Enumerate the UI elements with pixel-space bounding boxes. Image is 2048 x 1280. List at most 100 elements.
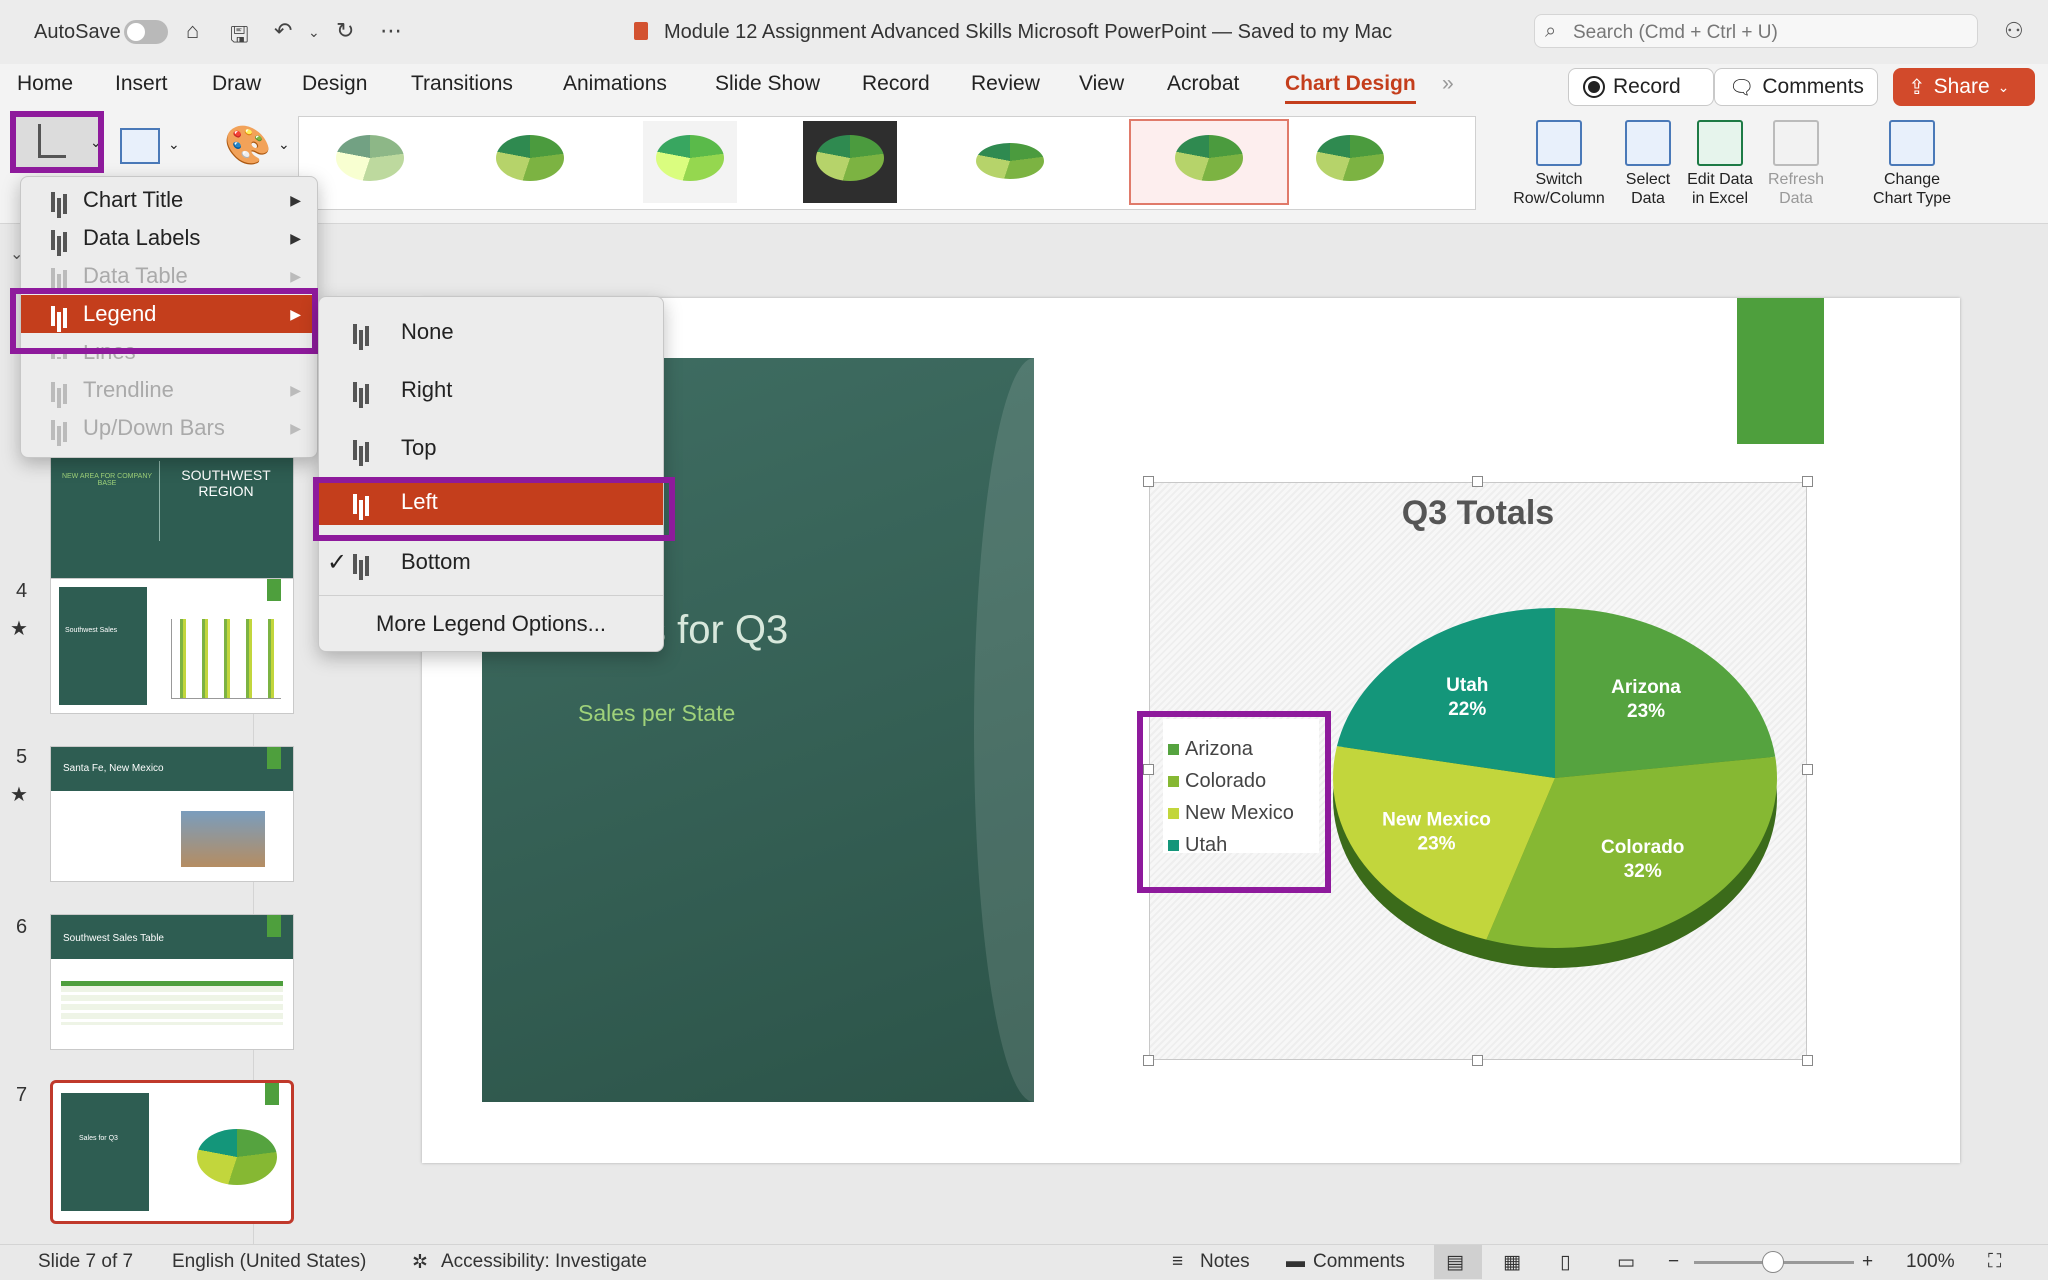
menu-item-data-labels[interactable]: Data Labels ▶	[21, 219, 317, 257]
chart-style-4[interactable]	[803, 121, 897, 203]
menu-item-lines[interactable]: Lines	[21, 335, 317, 359]
fit-slide-icon[interactable]: ⛶	[1988, 1251, 2001, 1273]
zoom-level[interactable]: 100%	[1906, 1251, 1955, 1273]
tab-animations[interactable]: Animations	[563, 72, 667, 96]
zoom-slider-thumb[interactable]	[1762, 1251, 1784, 1273]
resize-handle[interactable]	[1143, 1055, 1154, 1066]
tab-insert[interactable]: Insert	[115, 72, 168, 96]
slideshow-icon[interactable]: ▭	[1617, 1251, 1635, 1274]
edit-data-in-excel-button[interactable]: Edit Data in Excel	[1682, 120, 1758, 208]
switch-row-column-button[interactable]: Switch Row/Column	[1506, 120, 1612, 208]
tab-transitions[interactable]: Transitions	[411, 72, 513, 96]
data-label-value[interactable]: 22%	[1448, 699, 1486, 720]
resize-handle[interactable]	[1472, 476, 1483, 487]
slide-thumbnail-4[interactable]: Southwest Sales	[50, 578, 294, 714]
pie-chart[interactable]: Arizona 23% Colorado 32% New Mexico 23% Utah 22…	[1300, 580, 1820, 1000]
chart-style-3[interactable]	[643, 121, 737, 203]
menu-item-chart-title[interactable]: Chart Title ▶	[21, 181, 317, 219]
resize-handle[interactable]	[1143, 476, 1154, 487]
select-data-icon	[1625, 120, 1671, 166]
legend-entry-colorado[interactable]: Colorado	[1168, 770, 1266, 793]
legend-entry-arizona[interactable]: Arizona	[1168, 738, 1253, 761]
redo-icon[interactable]: ↻	[336, 18, 354, 44]
more-tabs-icon[interactable]: »	[1442, 72, 1454, 96]
undo-dropdown-icon[interactable]: ⌄	[308, 24, 320, 41]
reading-view-icon[interactable]: ▯	[1560, 1251, 1570, 1274]
legend-option-left[interactable]: Left	[319, 479, 663, 525]
quick-layout-button[interactable]: ⌄	[112, 118, 182, 174]
zoom-out-icon[interactable]: −	[1668, 1251, 1679, 1273]
menu-item-up-down-bars[interactable]: Up/Down Bars ▶	[21, 409, 317, 447]
data-label-value[interactable]: 32%	[1624, 861, 1662, 882]
menu-item-legend[interactable]: Legend ▶	[21, 295, 317, 333]
menu-item-label: Lines	[83, 345, 136, 359]
chart-style-1[interactable]	[323, 121, 417, 203]
tab-design[interactable]: Design	[302, 72, 367, 96]
tab-chart-design[interactable]: Chart Design	[1285, 72, 1416, 104]
slide-thumbnail-7[interactable]: Sales for Q3	[50, 1080, 294, 1224]
tab-acrobat[interactable]: Acrobat	[1167, 72, 1239, 96]
menu-item-trendline[interactable]: Trendline ▶	[21, 371, 317, 409]
resize-handle[interactable]	[1802, 1055, 1813, 1066]
legend-option-none[interactable]: None	[319, 309, 663, 355]
select-data-button[interactable]: Select Data	[1620, 120, 1676, 208]
legend-entry-utah[interactable]: Utah	[1168, 834, 1227, 857]
slide-thumbnail-3[interactable]: SOUTHWEST REGION NEW AREA FOR COMPANY BA…	[50, 446, 294, 582]
tab-draw[interactable]: Draw	[212, 72, 261, 96]
chart-style-6[interactable]	[1129, 119, 1289, 205]
data-label-category[interactable]: Arizona	[1611, 677, 1681, 698]
language-indicator[interactable]: English (United States)	[172, 1251, 366, 1273]
data-label-category[interactable]: New Mexico	[1382, 810, 1491, 831]
slide-title[interactable]: s for Q3	[646, 608, 788, 653]
chart-style-7[interactable]	[1303, 121, 1397, 203]
notes-button[interactable]: Notes	[1200, 1251, 1250, 1273]
resize-handle[interactable]	[1802, 476, 1813, 487]
legend-option-bottom[interactable]: ✓ Bottom	[319, 539, 663, 585]
more-legend-options[interactable]: More Legend Options...	[319, 605, 663, 643]
legend-option-right[interactable]: Right	[319, 367, 663, 413]
legend-entry-new-mexico[interactable]: New Mexico	[1168, 802, 1294, 825]
home-icon[interactable]: ⌂	[186, 18, 199, 44]
undo-icon[interactable]: ↶	[274, 18, 292, 44]
accent-rectangle[interactable]	[1737, 298, 1824, 444]
comments-label: Comments	[1762, 75, 1864, 98]
change-chart-type-button[interactable]: Change Chart Type	[1862, 120, 1962, 208]
comments-status-button[interactable]: Comments	[1313, 1251, 1405, 1273]
chart-title[interactable]: Q3 Totals	[1149, 494, 1807, 533]
search-box[interactable]: ⌕ Search (Cmd + Ctrl + U)	[1534, 14, 1978, 48]
tab-record[interactable]: Record	[862, 72, 930, 96]
save-icon[interactable]: 🖫	[230, 18, 249, 56]
more-icon[interactable]: ⋯	[380, 18, 402, 44]
change-colors-button[interactable]: 🎨 ⌄	[218, 118, 290, 174]
menu-item-data-table[interactable]: Data Table ▶	[21, 257, 317, 295]
resize-handle[interactable]	[1143, 764, 1154, 775]
share-icon: ⇪	[1908, 75, 1926, 99]
tab-view[interactable]: View	[1079, 72, 1124, 96]
slide-thumbnail-6[interactable]: Southwest Sales Table	[50, 914, 294, 1050]
add-chart-element-button[interactable]: ⌄	[12, 112, 104, 172]
accessibility-status[interactable]: Accessibility: Investigate	[441, 1251, 647, 1273]
comments-button[interactable]: 🗨 Comments	[1714, 68, 1878, 106]
tab-slide-show[interactable]: Slide Show	[715, 72, 820, 96]
resize-handle[interactable]	[1472, 1055, 1483, 1066]
data-label-category[interactable]: Utah	[1446, 675, 1488, 696]
record-button[interactable]: Record	[1568, 68, 1714, 106]
account-icon[interactable]: ⚇	[2004, 18, 2024, 44]
data-label-value[interactable]: 23%	[1627, 701, 1665, 722]
chart-style-5[interactable]	[963, 121, 1057, 203]
data-label-value[interactable]: 23%	[1418, 834, 1456, 855]
slide-sorter-icon[interactable]: ▦	[1503, 1251, 1521, 1274]
refresh-data-button[interactable]: Refresh Data	[1760, 120, 1832, 208]
tab-review[interactable]: Review	[971, 72, 1040, 96]
data-label-category[interactable]: Colorado	[1601, 837, 1684, 858]
slide-thumbnail-5[interactable]: Santa Fe, New Mexico	[50, 746, 294, 882]
autosave-toggle[interactable]	[124, 20, 168, 44]
share-button[interactable]: ⇪ Share ⌄	[1893, 68, 2035, 106]
zoom-in-icon[interactable]: +	[1862, 1251, 1873, 1273]
chart-style-2[interactable]	[483, 121, 577, 203]
slide-subtitle[interactable]: Sales per State	[578, 700, 735, 727]
legend-option-top[interactable]: Top	[319, 425, 663, 471]
search-input[interactable]: Search (Cmd + Ctrl + U)	[1573, 22, 1778, 44]
tab-home[interactable]: Home	[17, 72, 73, 96]
document-title[interactable]: Module 12 Assignment Advanced Skills Mic…	[664, 21, 1392, 44]
